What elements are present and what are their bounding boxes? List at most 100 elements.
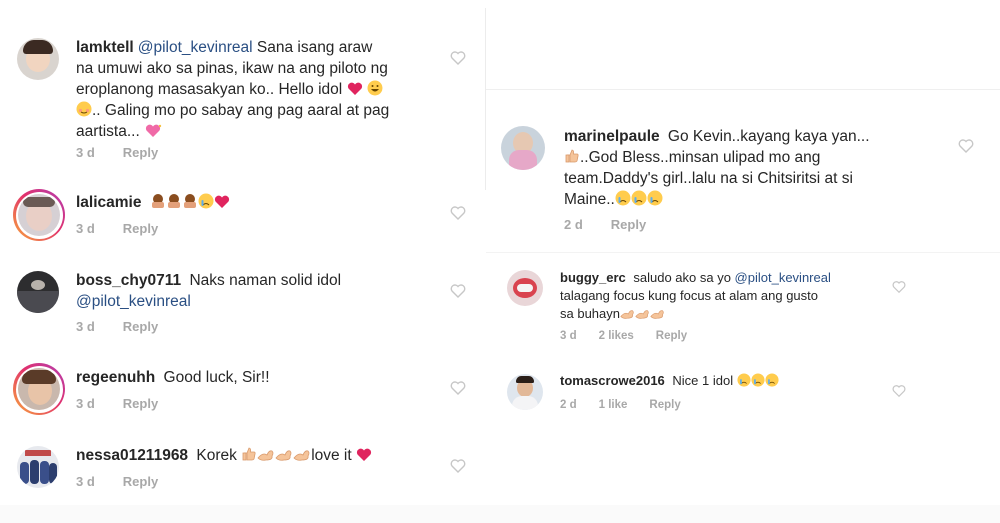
- comment-text: marinelpaule Go Kevin..kayang kaya yan..…: [564, 126, 944, 210]
- comment-username[interactable]: regeenuhh: [76, 369, 155, 386]
- comment-body: Sana isang araw: [252, 39, 373, 56]
- crying-face-emoji: [647, 190, 663, 206]
- flexed-biceps-emoji: [635, 310, 649, 319]
- mention-link[interactable]: @pilot_kevinreal: [138, 39, 253, 56]
- comment-buggy-erc: buggy_erc saludo ako sa yo @pilot_kevinr…: [486, 258, 1000, 358]
- comment-text: nessa01211968 Korek love it: [76, 445, 446, 466]
- heart-outline-icon[interactable]: [892, 384, 906, 398]
- comment-body-line: na umuwi ako sa pinas, ikaw na ang pilot…: [76, 60, 388, 77]
- person-bowing-emoji: [151, 194, 164, 208]
- section-divider: [486, 89, 1000, 90]
- crying-face-emoji: [198, 193, 214, 209]
- comment-username[interactable]: boss_chy0711: [76, 272, 181, 289]
- heart-outline-icon[interactable]: [450, 50, 466, 66]
- comment-body-line: eroplanong masasakyan ko.. Hello idol: [76, 81, 343, 98]
- comment-regeenuhh: regeenuhh Good luck, Sir!! 3 d Reply: [0, 350, 486, 430]
- comment-meta: 3 d Reply: [76, 319, 186, 334]
- mention-link[interactable]: @pilot_kevinreal: [735, 270, 831, 285]
- comment-text: lalicamie: [76, 192, 446, 213]
- comment-username[interactable]: buggy_erc: [560, 270, 626, 285]
- crying-face-emoji: [751, 373, 765, 387]
- red-heart-emoji: [347, 82, 362, 95]
- comment-lamktell: lamktell @pilot_kevinreal Sana isang araw…: [0, 0, 486, 175]
- comment-time: 3 d: [560, 330, 577, 342]
- comment-time: 3 d: [76, 474, 95, 489]
- flexed-biceps-emoji: [620, 310, 634, 319]
- comment-time: 2 d: [564, 217, 583, 232]
- thumbs-up-emoji: [242, 447, 256, 461]
- avatar[interactable]: [507, 374, 543, 410]
- bottom-strip: [0, 505, 1000, 523]
- reply-button[interactable]: Reply: [123, 319, 158, 334]
- comment-username[interactable]: marinelpaule: [564, 128, 660, 145]
- reply-button[interactable]: Reply: [123, 221, 158, 236]
- story-ring[interactable]: [13, 363, 65, 415]
- reply-button[interactable]: Reply: [123, 396, 158, 411]
- comment-meta: 3 d Reply: [76, 145, 186, 160]
- comment-text: boss_chy0711 Naks naman solid idol @pilo…: [76, 270, 446, 312]
- comment-boss-chy0711: boss_chy0711 Naks naman solid idol @pilo…: [0, 255, 486, 350]
- comment-username[interactable]: nessa01211968: [76, 447, 188, 464]
- heart-outline-icon[interactable]: [450, 283, 466, 299]
- comment-meta: 3 d 2 likes Reply: [560, 330, 709, 342]
- avatar[interactable]: [18, 194, 60, 236]
- avatar[interactable]: [17, 38, 59, 80]
- thumbs-up-emoji: [565, 149, 579, 163]
- comment-tomascrowe2016: tomascrowe2016 Nice 1 idol 2 d 1 like Repl…: [486, 362, 1000, 432]
- comment-meta: 2 d 1 like Reply: [560, 399, 703, 411]
- heart-outline-icon[interactable]: [450, 380, 466, 396]
- comments-panel-left: lamktell @pilot_kevinreal Sana isang araw…: [0, 0, 486, 523]
- likes-count[interactable]: 2 likes: [599, 330, 634, 342]
- comment-time: 2 d: [560, 399, 577, 411]
- comment-body: Naks naman solid idol: [185, 272, 342, 289]
- comment-meta: 3 d Reply: [76, 396, 186, 411]
- avatar[interactable]: [501, 126, 545, 170]
- flexed-biceps-emoji: [257, 450, 274, 461]
- heart-outline-icon[interactable]: [450, 205, 466, 221]
- person-bowing-emoji: [183, 194, 196, 208]
- comment-username[interactable]: tomascrowe2016: [560, 373, 665, 388]
- red-heart-emoji: [356, 448, 372, 461]
- comment-text: lamktell @pilot_kevinreal Sana isang araw…: [76, 37, 446, 142]
- heart-outline-icon[interactable]: [450, 458, 466, 474]
- blushing-face-emoji: [76, 101, 92, 117]
- reply-button[interactable]: Reply: [656, 330, 687, 342]
- flexed-biceps-emoji: [275, 450, 292, 461]
- comment-meta: 3 d Reply: [76, 474, 186, 489]
- comment-text: regeenuhh Good luck, Sir!!: [76, 367, 446, 388]
- likes-count[interactable]: 1 like: [599, 399, 628, 411]
- comment-body-line: Maine..: [564, 191, 615, 208]
- avatar[interactable]: [18, 368, 60, 410]
- crying-face-emoji: [765, 373, 779, 387]
- avatar[interactable]: [17, 271, 59, 313]
- reply-button[interactable]: Reply: [649, 399, 680, 411]
- comment-time: 3 d: [76, 145, 95, 160]
- reply-button[interactable]: Reply: [123, 474, 158, 489]
- comment-lalicamie: lalicamie 3 d Reply: [0, 175, 486, 255]
- comment-body-line: team.Daddy's girl..lalu na si Chitsirits…: [564, 170, 853, 187]
- comment-time: 3 d: [76, 319, 95, 334]
- comment-body-line: sa buhayn: [560, 306, 620, 321]
- story-ring[interactable]: [13, 189, 65, 241]
- comment-body-line: .. Galing mo po sabay ang pag aaral at p…: [92, 102, 390, 119]
- comments-panel-right: marinelpaule Go Kevin..kayang kaya yan..…: [486, 0, 1000, 523]
- comment-meta: 3 d Reply: [76, 221, 186, 236]
- comment-body: Good luck, Sir!!: [159, 369, 270, 386]
- avatar[interactable]: [507, 270, 543, 306]
- sparkling-heart-emoji: [145, 124, 162, 137]
- comment-username[interactable]: lalicamie: [76, 194, 142, 211]
- avatar[interactable]: [17, 446, 59, 488]
- mention-link[interactable]: @pilot_kevinreal: [76, 293, 191, 310]
- comment-body: Korek: [192, 447, 237, 464]
- grinning-sweat-emoji: [367, 80, 383, 96]
- person-bowing-emoji: [167, 194, 180, 208]
- comment-marinelpaule: marinelpaule Go Kevin..kayang kaya yan..…: [486, 110, 1000, 250]
- comment-body: Go Kevin..kayang kaya yan...: [663, 128, 870, 145]
- reply-button[interactable]: Reply: [611, 217, 646, 232]
- comment-nessa01211968: nessa01211968 Korek love it 3 d Reply: [0, 430, 486, 510]
- heart-outline-icon[interactable]: [958, 138, 974, 154]
- reply-button[interactable]: Reply: [123, 145, 158, 160]
- heart-outline-icon[interactable]: [892, 280, 906, 294]
- section-divider: [486, 252, 1000, 253]
- comment-username[interactable]: lamktell: [76, 39, 134, 56]
